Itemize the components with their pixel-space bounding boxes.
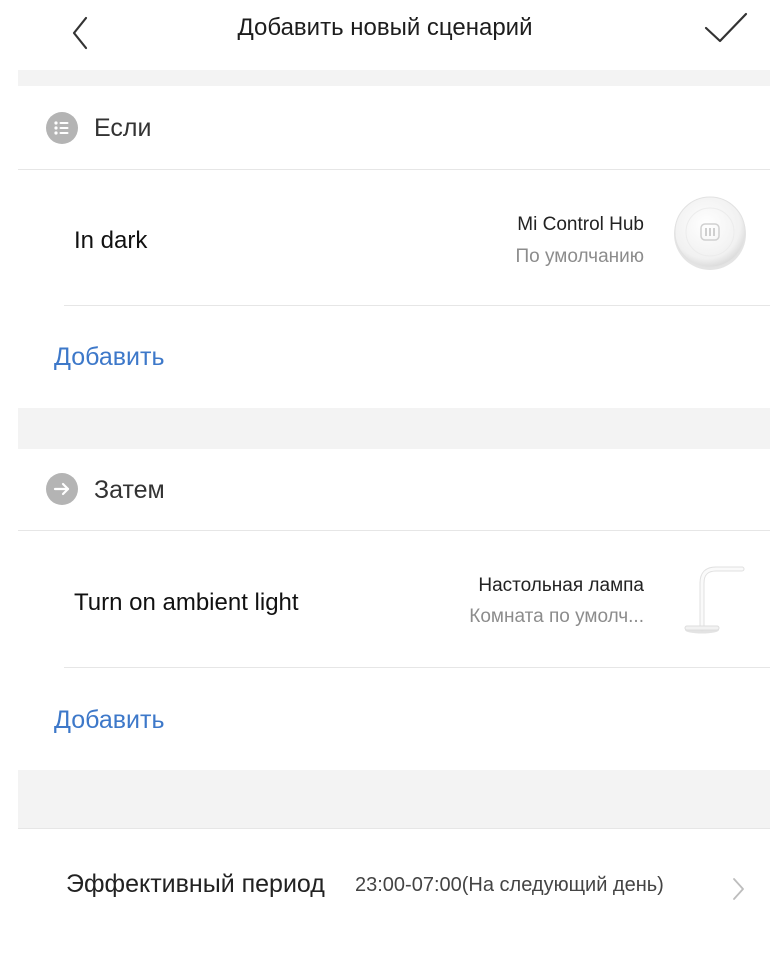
desk-lamp-icon — [676, 561, 748, 637]
top-bar: Добавить новый сценарий — [0, 0, 770, 70]
condition-name: In dark — [74, 227, 148, 254]
effective-period-label: Эффективный период — [66, 870, 325, 898]
hub-device-icon — [672, 194, 748, 270]
chevron-left-icon — [72, 16, 88, 50]
add-action-button[interactable]: Добавить — [54, 706, 165, 735]
action-device-room: Комната по умолч... — [469, 606, 644, 627]
if-section-label: Если — [94, 114, 152, 142]
then-section-header: Затем — [18, 449, 770, 533]
arrow-right-icon — [46, 473, 78, 505]
divider — [64, 667, 770, 668]
checkmark-icon — [704, 12, 748, 43]
action-row[interactable]: Turn on ambient light Настольная лампа К… — [18, 531, 770, 666]
list-icon — [46, 112, 78, 144]
action-name: Turn on ambient light — [74, 589, 299, 616]
if-section-header: Если — [18, 86, 770, 170]
effective-period-row[interactable]: Эффективный период 23:00-07:00(На следую… — [18, 829, 770, 955]
separator-band — [18, 408, 770, 449]
condition-device-room: По умолчанию — [515, 246, 645, 267]
effective-period-value: 23:00-07:00(На следующий день) — [355, 874, 664, 896]
back-button[interactable] — [60, 6, 110, 56]
chevron-right-icon — [733, 878, 744, 900]
separator-band — [18, 770, 770, 828]
separator-band — [18, 70, 770, 86]
condition-row[interactable]: In dark Mi Control Hub По умолчанию — [18, 170, 770, 305]
add-condition-button[interactable]: Добавить — [54, 343, 165, 372]
action-device-name: Настольная лампа — [478, 575, 644, 596]
page-title: Добавить новый сценарий — [237, 14, 533, 41]
then-section-label: Затем — [94, 476, 165, 504]
save-button[interactable] — [692, 4, 756, 54]
condition-device-name: Mi Control Hub — [517, 214, 644, 235]
divider — [64, 305, 770, 306]
